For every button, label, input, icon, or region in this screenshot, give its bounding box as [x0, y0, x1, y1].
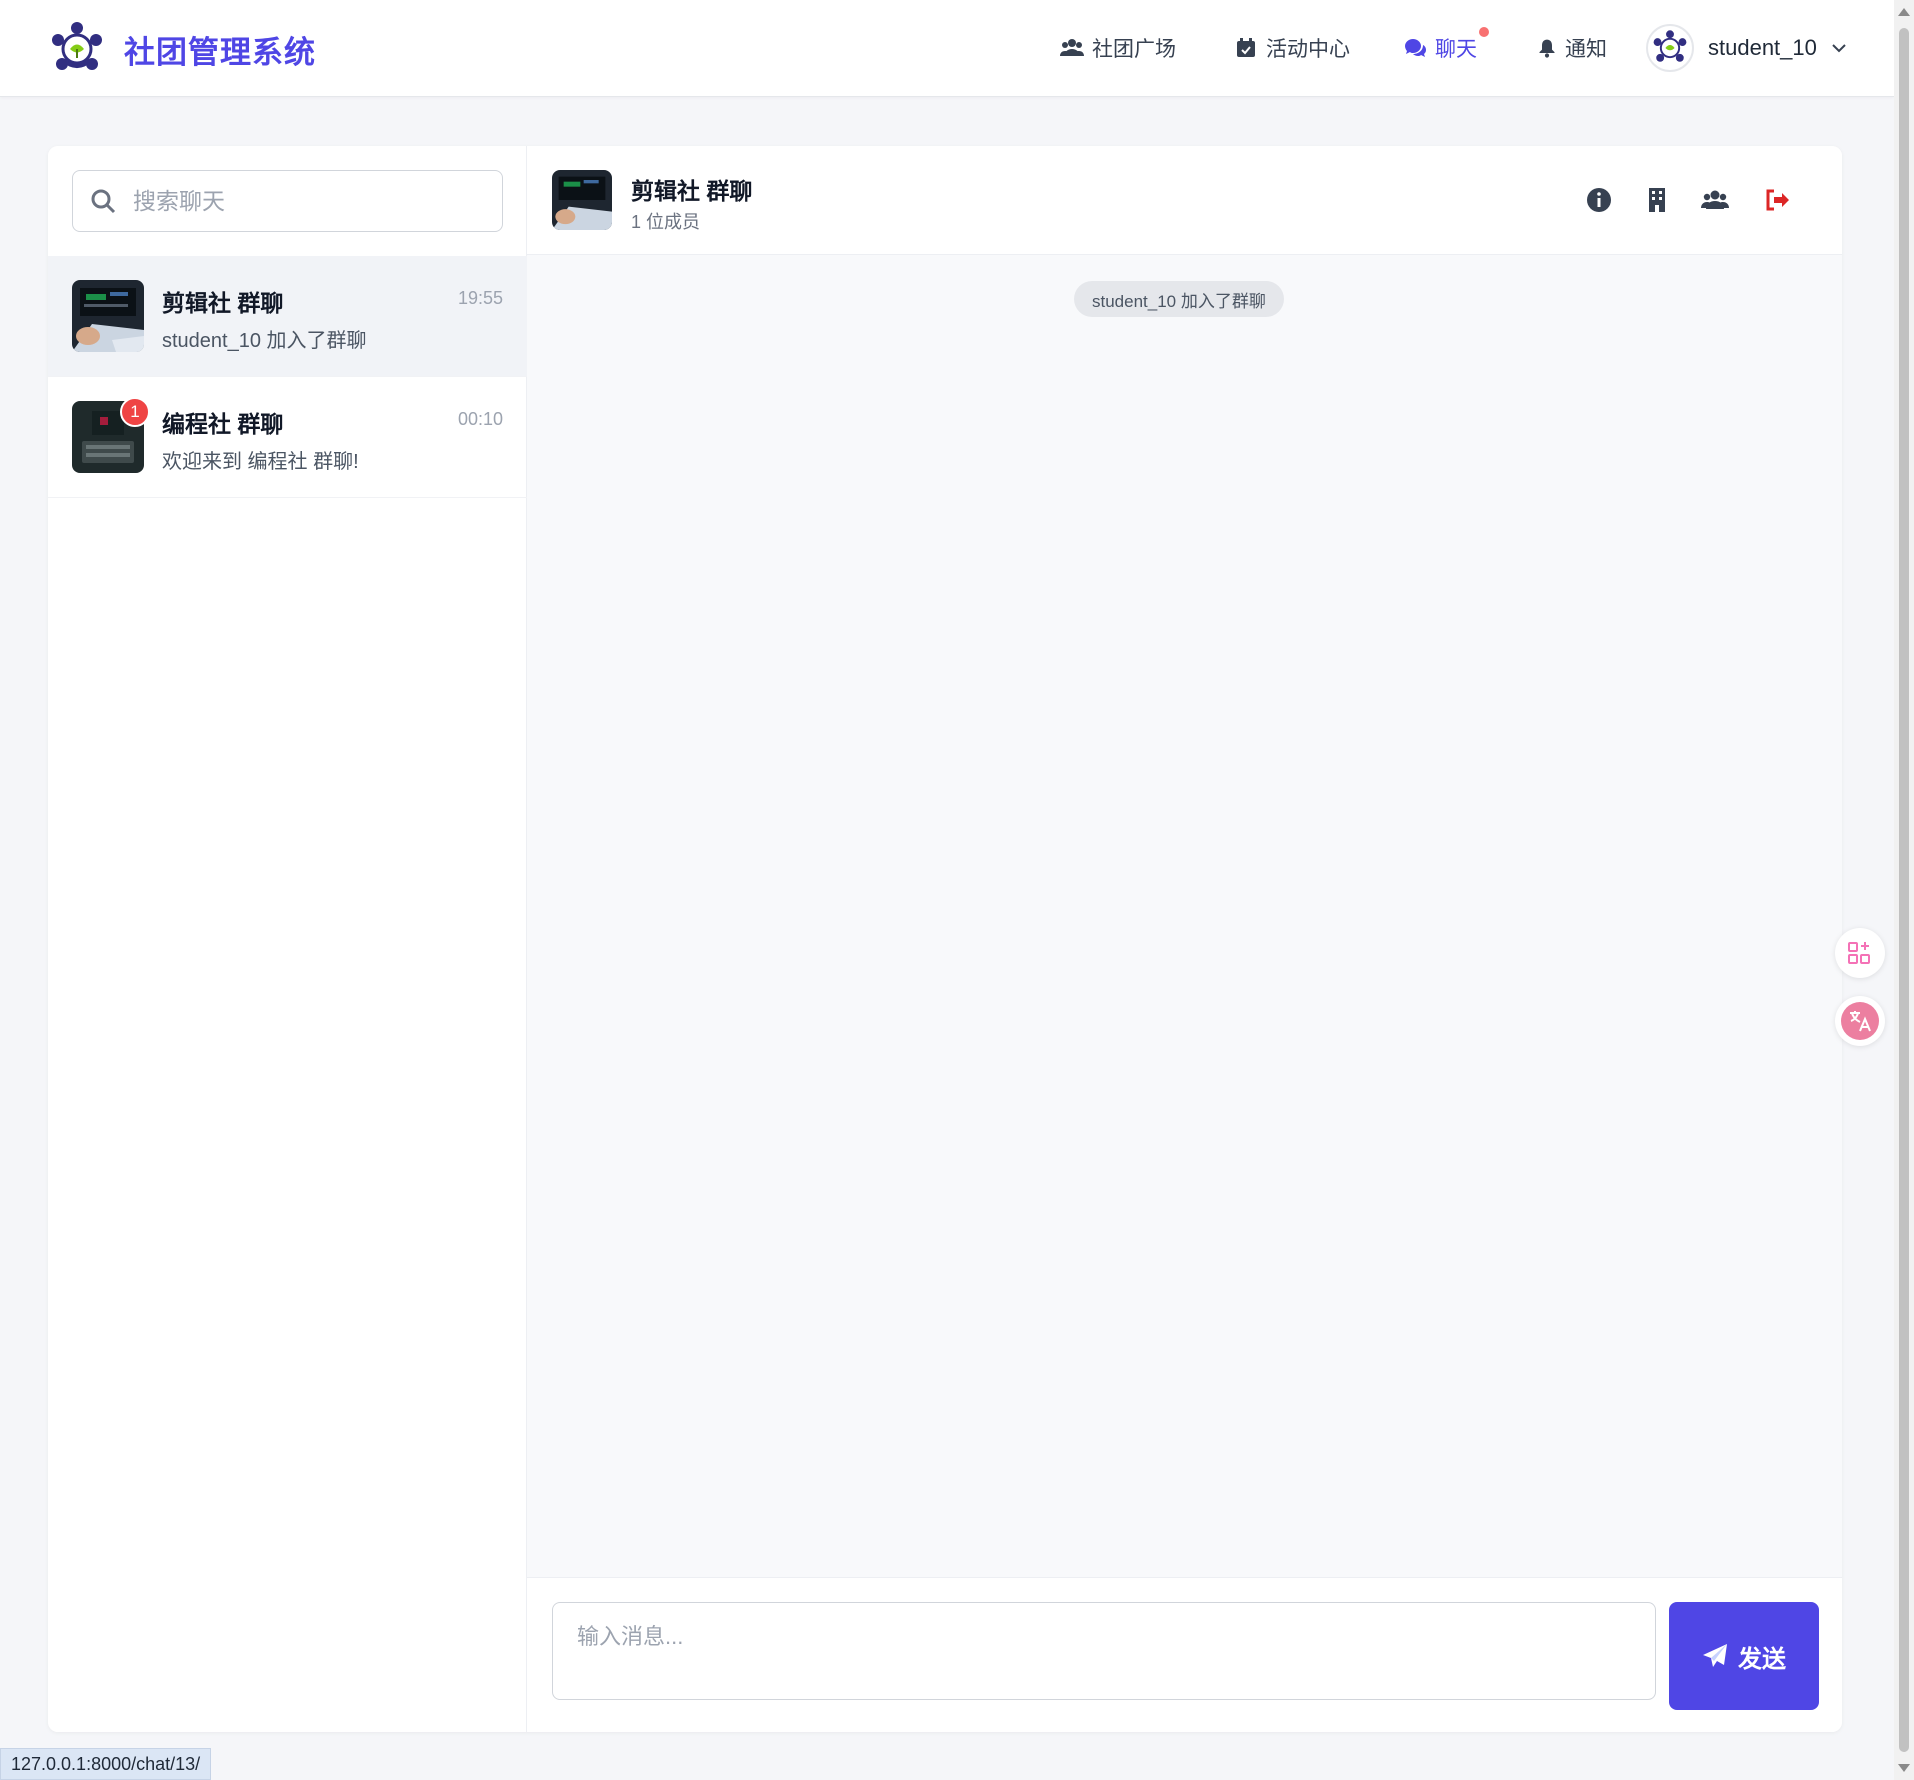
- send-label: 发送: [1738, 1645, 1786, 1673]
- leave-button[interactable]: [1759, 182, 1795, 218]
- chat-header: 剪辑社 群聊 1 位成员: [527, 146, 1842, 255]
- chevron-down-icon: [1832, 44, 1846, 53]
- scroll-down-icon[interactable]: [1898, 1764, 1910, 1772]
- avatar: [1646, 24, 1694, 72]
- nav-activity-center[interactable]: 活动中心: [1234, 33, 1350, 63]
- chat-name: 编程社 群聊: [162, 411, 284, 437]
- info-button[interactable]: [1581, 182, 1617, 218]
- leave-icon: [1766, 189, 1789, 211]
- members-button[interactable]: [1697, 182, 1733, 218]
- chat-last-message: 欢迎来到 编程社 群聊!: [162, 451, 359, 473]
- chat-pane: 剪辑社 群聊 1 位成员 student_10 加入了群聊 发送: [527, 146, 1842, 1732]
- nav-label: 通知: [1565, 38, 1607, 61]
- search-input[interactable]: [133, 187, 493, 215]
- nav-chat[interactable]: 聊天: [1403, 27, 1489, 63]
- member-count: 1 位成员: [631, 212, 701, 232]
- username: student_10: [1708, 35, 1817, 60]
- club-button[interactable]: [1639, 182, 1675, 218]
- chat-list-item[interactable]: 1 编程社 群聊 00:10 欢迎来到 编程社 群聊!: [48, 377, 527, 498]
- scroll-up-icon[interactable]: [1898, 8, 1910, 16]
- bell-icon: [1539, 39, 1555, 58]
- message-list: student_10 加入了群聊: [527, 255, 1842, 1577]
- building-icon: [1649, 188, 1665, 212]
- status-url: 127.0.0.1:8000/chat/13/: [0, 1748, 212, 1780]
- chat-last-message: student_10 加入了群聊: [162, 330, 367, 352]
- chat-thumbnail: [72, 280, 144, 352]
- translate-float-button[interactable]: [1835, 996, 1885, 1046]
- chat-time: 00:10: [457, 409, 503, 429]
- brand[interactable]: 社团管理系统: [48, 20, 316, 78]
- apps-add-icon: [1848, 942, 1870, 964]
- top-header: 社团管理系统 社团广场 活动中心 聊天 通知 student_10: [0, 0, 1894, 97]
- send-button[interactable]: 发送: [1669, 1602, 1819, 1710]
- message-composer: 发送: [527, 1577, 1842, 1732]
- chat-sidebar: 剪辑社 群聊 19:55 student_10 加入了群聊 1 编程社 群聊 0…: [48, 146, 527, 1732]
- unread-badge: 1: [120, 397, 150, 427]
- apps-float-button[interactable]: [1835, 928, 1885, 978]
- users-icon: [1060, 39, 1084, 56]
- nav-club-plaza[interactable]: 社团广场: [1060, 33, 1176, 63]
- club-logo-icon: [52, 22, 102, 70]
- chat-list-item[interactable]: 剪辑社 群聊 19:55 student_10 加入了群聊: [48, 256, 527, 377]
- page-scrollbar[interactable]: [1894, 0, 1914, 1780]
- paper-plane-icon: [1703, 1644, 1727, 1667]
- translate-icon: [1841, 1002, 1879, 1040]
- info-icon: [1587, 188, 1611, 212]
- members-icon: [1701, 190, 1729, 209]
- chat-title: 剪辑社 群聊: [631, 178, 753, 204]
- search-icon: [91, 189, 116, 214]
- nav-label: 聊天: [1435, 38, 1477, 61]
- message-input[interactable]: [552, 1602, 1656, 1700]
- comments-icon: [1405, 39, 1426, 57]
- new-message-dot: [1479, 27, 1489, 37]
- club-logo-icon: [1653, 30, 1687, 62]
- nav-label: 活动中心: [1266, 38, 1350, 61]
- chat-search[interactable]: [72, 170, 503, 232]
- chat-name: 剪辑社 群聊: [162, 290, 284, 316]
- calendar-check-icon: [1237, 38, 1255, 57]
- nav-notifications[interactable]: 通知: [1537, 33, 1607, 63]
- nav-label: 社团广场: [1092, 38, 1176, 61]
- user-menu[interactable]: student_10: [1646, 24, 1849, 72]
- system-message: student_10 加入了群聊: [1074, 281, 1284, 317]
- app-title: 社团管理系统: [124, 34, 316, 70]
- chat-avatar: [552, 170, 612, 230]
- scroll-thumb[interactable]: [1899, 28, 1909, 1752]
- chat-time: 19:55: [457, 288, 503, 308]
- chat-card: 剪辑社 群聊 19:55 student_10 加入了群聊 1 编程社 群聊 0…: [48, 146, 1842, 1732]
